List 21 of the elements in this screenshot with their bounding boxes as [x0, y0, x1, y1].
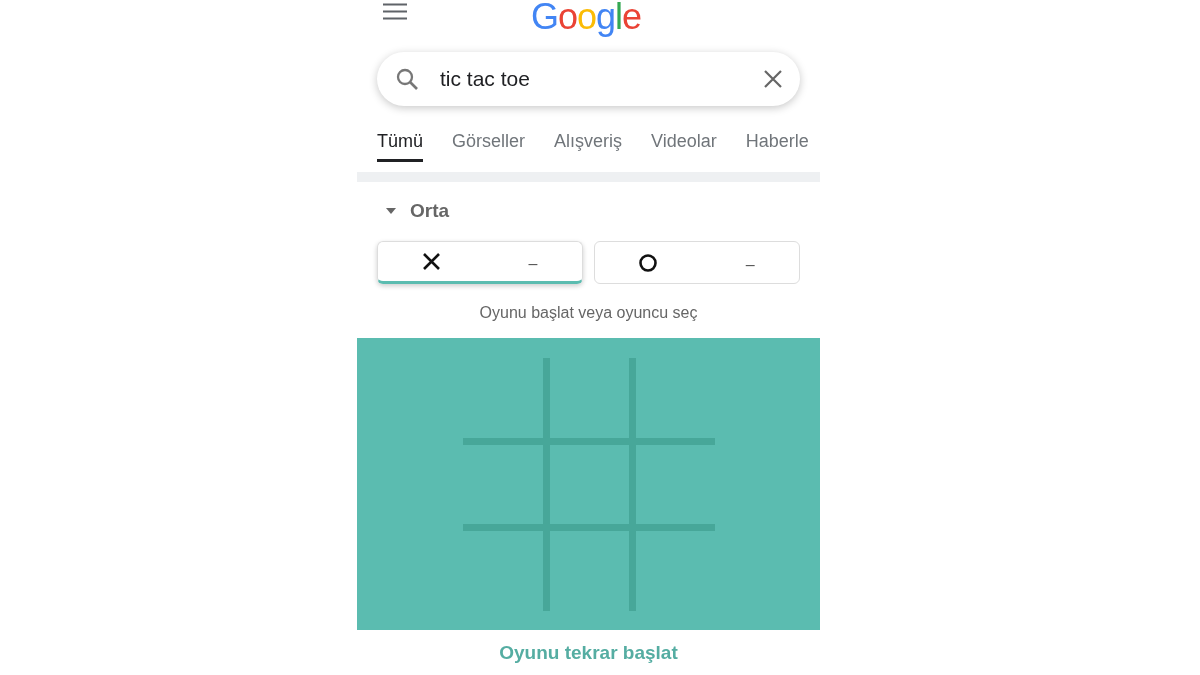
tab[interactable]: Tümü	[377, 124, 423, 162]
player-card[interactable]: –	[377, 241, 583, 284]
search-field[interactable]: tic tac toe	[377, 52, 800, 106]
caret-icon[interactable]	[386, 208, 396, 214]
player-score: –	[528, 253, 538, 274]
difficulty-label[interactable]: Orta	[410, 196, 450, 226]
player-score: –	[745, 254, 755, 275]
google-logo[interactable]: Google	[531, 0, 642, 38]
search-query: tic tac toe	[440, 66, 530, 93]
tab[interactable]: Videolar	[651, 124, 717, 162]
restart-button[interactable]: Oyunu tekrar başlat	[499, 639, 678, 668]
game-hint: Oyunu başlat veya oyuncu seç	[478, 303, 699, 323]
tab[interactable]: Haberle	[745, 124, 809, 162]
player-card[interactable]: –	[594, 241, 800, 284]
menu-icon[interactable]	[383, 3, 407, 20]
search-icon[interactable]	[395, 67, 419, 91]
x-mark-icon	[422, 253, 440, 270]
close-icon[interactable]	[764, 70, 782, 88]
o-mark-icon	[639, 253, 658, 272]
tab[interactable]: Görseller	[452, 124, 526, 162]
tab[interactable]: Alışveriş	[554, 124, 623, 162]
